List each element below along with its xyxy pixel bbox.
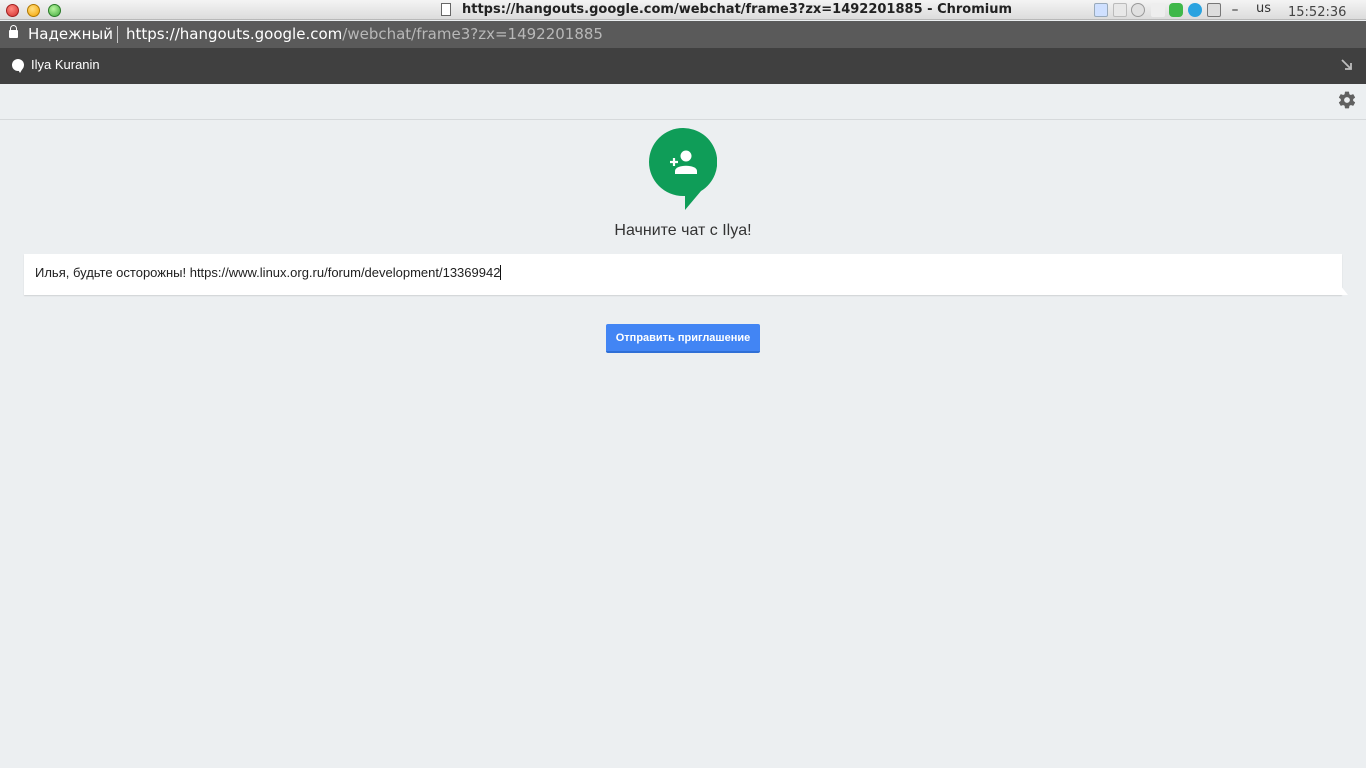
popout-arrow-icon[interactable] xyxy=(1340,58,1354,72)
tray-app-icon[interactable] xyxy=(1094,3,1108,17)
gear-icon[interactable] xyxy=(1337,90,1357,110)
keyboard-layout-indicator[interactable]: us xyxy=(1256,1,1271,16)
add-person-icon xyxy=(649,128,717,210)
settings-bar xyxy=(0,84,1366,120)
send-invite-button[interactable]: Отправить приглашение xyxy=(606,324,760,353)
invite-message-input[interactable]: Илья, будьте осторожны! https://www.linu… xyxy=(35,265,502,280)
chat-header: Ilya Kuranin xyxy=(0,48,1366,84)
message-card-tail xyxy=(1340,285,1348,295)
tray-bluetooth-icon[interactable] xyxy=(1151,3,1165,17)
clock: 15:52:36 xyxy=(1288,5,1347,20)
tray-network-icon[interactable] xyxy=(1131,3,1145,17)
url-text[interactable]: https://hangouts.google.com/webchat/fram… xyxy=(126,25,603,43)
tray-volume-icon[interactable] xyxy=(1232,9,1238,11)
invite-message-text: Илья, будьте осторожны! https://www.linu… xyxy=(35,265,501,280)
window-close-button[interactable] xyxy=(6,4,19,17)
hangouts-bubble-icon xyxy=(12,59,24,73)
security-label[interactable]: Надежный xyxy=(28,25,113,43)
contact-name[interactable]: Ilya Kuranin xyxy=(31,57,100,72)
tray-menu-icon[interactable] xyxy=(1113,3,1127,17)
lock-icon[interactable] xyxy=(9,25,18,38)
tray-clipboard-icon[interactable] xyxy=(1207,3,1221,17)
url-host: hangouts.google.com xyxy=(179,25,343,43)
message-input-card[interactable]: Илья, будьте осторожны! https://www.linu… xyxy=(24,254,1342,295)
url-scheme: https:// xyxy=(126,25,180,43)
tray-telegram-icon[interactable] xyxy=(1188,3,1202,17)
window-titlebar: https://hangouts.google.com/webchat/fram… xyxy=(0,0,1366,20)
window-minimize-button[interactable] xyxy=(27,4,40,17)
url-separator xyxy=(117,26,118,43)
document-icon xyxy=(441,3,451,16)
invite-prompt: Начните чат с Ilya! xyxy=(614,222,752,239)
text-caret xyxy=(500,265,502,280)
tray-check-icon[interactable] xyxy=(1169,3,1183,17)
window-title: https://hangouts.google.com/webchat/fram… xyxy=(462,2,1013,17)
url-path: /webchat/frame3?zx=1492201885 xyxy=(342,25,603,43)
address-bar[interactable]: Надежный https://hangouts.google.com/web… xyxy=(0,21,1366,48)
window-maximize-button[interactable] xyxy=(48,4,61,17)
